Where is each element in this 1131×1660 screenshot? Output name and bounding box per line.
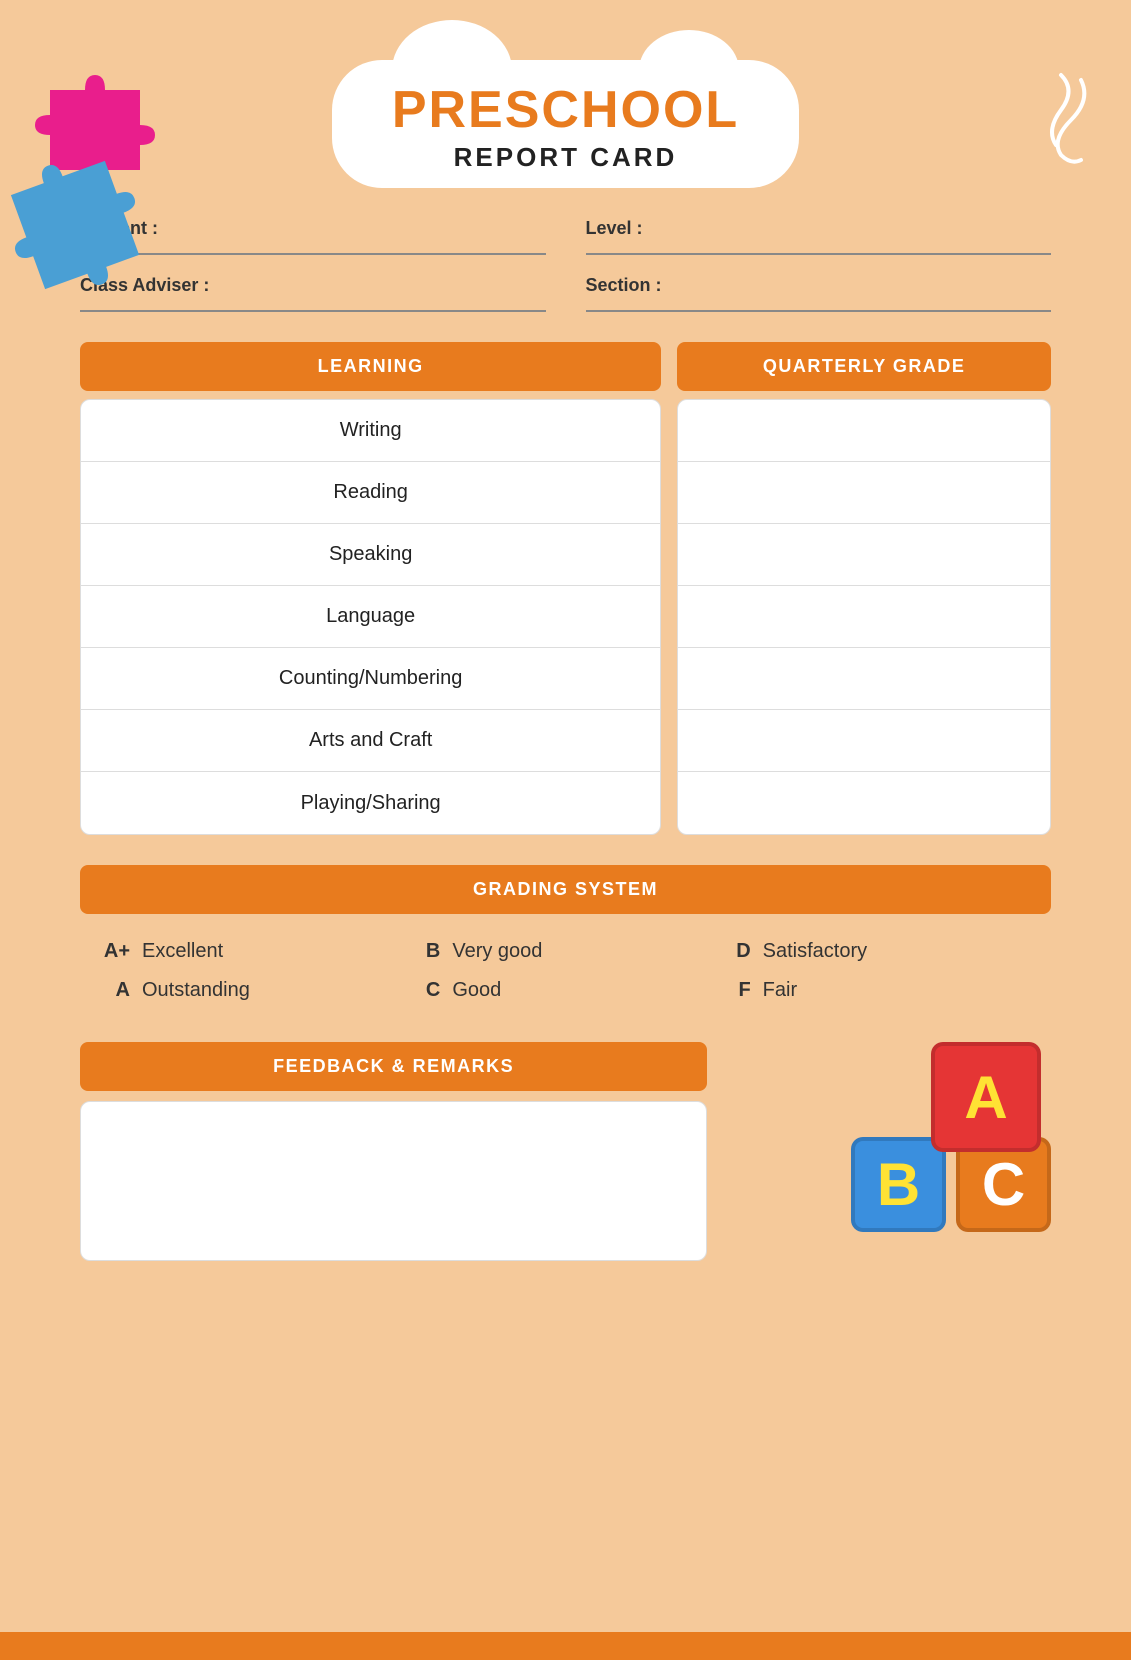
- grade-col-2: B Very good C Good: [410, 940, 720, 1002]
- table-row: Counting/Numbering: [81, 648, 660, 710]
- grade-letter: D: [721, 940, 751, 963]
- grade-letter: C: [410, 979, 440, 1002]
- grade-letter: F: [721, 979, 751, 1002]
- learning-header: LEARNING: [80, 342, 661, 391]
- table-row: Arts and Craft: [81, 710, 660, 772]
- grade-description: Excellent: [142, 940, 223, 963]
- grade-row[interactable]: [678, 524, 1050, 586]
- preschool-title: PRESCHOOL: [392, 80, 739, 140]
- grade-column: QUARTERLY GRADE: [677, 342, 1051, 835]
- main-content: Student : Level : Class Adviser : Sectio…: [80, 218, 1051, 1261]
- list-item: A+ Excellent: [100, 940, 410, 963]
- table-row: Speaking: [81, 524, 660, 586]
- feedback-right: A B C: [737, 1042, 1051, 1232]
- list-item: F Fair: [721, 979, 1031, 1002]
- grade-row[interactable]: [678, 462, 1050, 524]
- section-field: Section :: [586, 275, 1052, 312]
- feedback-header: FEEDBACK & REMARKS: [80, 1042, 707, 1091]
- learning-column: LEARNING Writing Reading Speaking Langua…: [80, 342, 661, 835]
- grade-row[interactable]: [678, 772, 1050, 834]
- grade-description: Outstanding: [142, 979, 250, 1002]
- section-line: [586, 302, 1052, 312]
- list-item: C Good: [410, 979, 720, 1002]
- list-item: D Satisfactory: [721, 940, 1031, 963]
- grade-row[interactable]: [678, 710, 1050, 772]
- level-label: Level :: [586, 218, 643, 238]
- block-B: B: [851, 1137, 946, 1232]
- feedback-box[interactable]: [80, 1101, 707, 1261]
- feedback-left: FEEDBACK & REMARKS: [80, 1042, 707, 1261]
- grade-description: Very good: [452, 940, 542, 963]
- table-row: Reading: [81, 462, 660, 524]
- learning-table-body: Writing Reading Speaking Language Counti…: [80, 399, 661, 835]
- table-row: Playing/Sharing: [81, 772, 660, 834]
- abc-blocks-decoration: A B C: [851, 1042, 1051, 1232]
- info-section: Student : Level :: [80, 218, 1051, 255]
- list-item: B Very good: [410, 940, 720, 963]
- level-line: [586, 245, 1052, 255]
- grade-description: Satisfactory: [763, 940, 867, 963]
- table-row: Language: [81, 586, 660, 648]
- grade-row[interactable]: [678, 648, 1050, 710]
- grade-description: Fair: [763, 979, 797, 1002]
- grading-section: GRADING SYSTEM A+ Excellent A Outstandin…: [80, 865, 1051, 1012]
- report-card-subtitle: REPORT CARD: [392, 142, 739, 173]
- grade-table-body: [677, 399, 1051, 835]
- table-row: Writing: [81, 400, 660, 462]
- grading-grid: A+ Excellent A Outstanding B Very good C…: [80, 930, 1051, 1012]
- section-label: Section :: [586, 275, 662, 295]
- grade-row[interactable]: [678, 400, 1050, 462]
- list-item: A Outstanding: [100, 979, 410, 1002]
- cloud-shape: PRESCHOOL REPORT CARD: [332, 60, 799, 188]
- grade-header: QUARTERLY GRADE: [677, 342, 1051, 391]
- grade-letter: B: [410, 940, 440, 963]
- learning-table-section: LEARNING Writing Reading Speaking Langua…: [80, 342, 1051, 835]
- grade-col-3: D Satisfactory F Fair: [721, 940, 1031, 1002]
- grade-col-1: A+ Excellent A Outstanding: [100, 940, 410, 1002]
- grade-row[interactable]: [678, 586, 1050, 648]
- grade-letter: A+: [100, 940, 130, 963]
- grade-description: Good: [452, 979, 501, 1002]
- grade-letter: A: [100, 979, 130, 1002]
- block-A: A: [931, 1042, 1041, 1152]
- info-section-2: Class Adviser : Section :: [80, 275, 1051, 312]
- bottom-bar: [0, 1632, 1131, 1660]
- title-area: PRESCHOOL REPORT CARD: [0, 60, 1131, 188]
- level-field: Level :: [586, 218, 1052, 255]
- feedback-section: FEEDBACK & REMARKS A B C: [80, 1042, 1051, 1261]
- grading-header: GRADING SYSTEM: [80, 865, 1051, 914]
- table-wrapper: LEARNING Writing Reading Speaking Langua…: [80, 342, 1051, 835]
